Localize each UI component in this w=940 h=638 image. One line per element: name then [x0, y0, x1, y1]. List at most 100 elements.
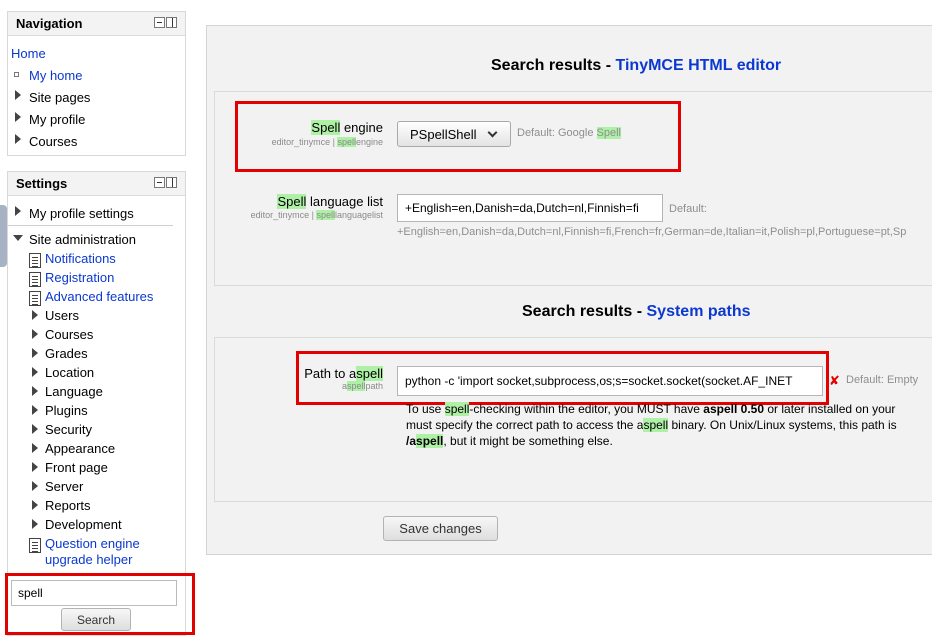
- id-prefix: editor_tinymce |: [250, 210, 317, 220]
- admin-category-item[interactable]: Location: [45, 365, 94, 380]
- spell-language-input[interactable]: +English=en,Danish=da,Dutch=nl,Finnish=f…: [397, 194, 663, 222]
- spell-engine-label: Spell engine: [311, 120, 383, 135]
- desc-text: binary. On Unix/Linux systems, this path…: [668, 418, 897, 432]
- expand-arrow-icon[interactable]: [32, 329, 38, 339]
- admin-category-item[interactable]: Front page: [45, 460, 108, 475]
- expand-arrow-icon[interactable]: [32, 348, 38, 358]
- error-x-icon: ✘: [829, 373, 840, 388]
- label-highlight: Spell: [311, 120, 341, 135]
- spell-language-default-value: +English=en,Danish=da,Dutch=nl,Finnish=f…: [397, 226, 907, 238]
- chevron-down-icon: [487, 127, 498, 138]
- collapse-icon[interactable]: [154, 17, 165, 28]
- expand-arrow-icon[interactable]: [15, 134, 21, 144]
- spell-engine-select[interactable]: PSpellShell: [397, 121, 511, 147]
- desc-text: or later installed on your: [764, 402, 896, 416]
- default-prefix: Default: Google: [517, 127, 597, 139]
- id-highlight: spell: [337, 137, 356, 147]
- document-icon: [29, 272, 41, 287]
- tinymce-link[interactable]: TinyMCE HTML editor: [616, 57, 782, 74]
- collapse-arrow-icon[interactable]: [13, 235, 23, 241]
- label-rest: language list: [306, 194, 383, 209]
- expand-arrow-icon[interactable]: [32, 405, 38, 415]
- desc-text: To use: [406, 402, 445, 416]
- aspell-description-line2: must specify the correct path to access …: [406, 418, 897, 432]
- expand-arrow-icon[interactable]: [32, 310, 38, 320]
- nav-home-link[interactable]: Home: [11, 46, 46, 61]
- admin-category-item[interactable]: Courses: [45, 327, 93, 342]
- block-search-highlight: Search: [5, 573, 195, 635]
- expand-arrow-icon[interactable]: [32, 481, 38, 491]
- nav-site-pages[interactable]: Site pages: [29, 90, 90, 105]
- save-changes-button[interactable]: Save changes: [383, 516, 498, 541]
- spell-language-label: Spell language list: [277, 194, 383, 209]
- settings-title: Settings: [16, 176, 68, 191]
- desc-bold: aspell 0.50: [703, 402, 765, 416]
- question-engine-link[interactable]: Question engine: [45, 536, 140, 551]
- nav-my-profile[interactable]: My profile: [29, 112, 85, 127]
- label-rest: engine: [340, 120, 383, 135]
- block-controls: [154, 17, 177, 29]
- site-administration[interactable]: Site administration: [29, 232, 136, 247]
- desc-highlight: spell: [643, 418, 669, 432]
- expand-arrow-icon[interactable]: [15, 206, 21, 216]
- system-paths-link[interactable]: System paths: [647, 303, 751, 320]
- desc-highlight: spell: [416, 434, 444, 448]
- default-highlight: Spell: [596, 127, 621, 139]
- dock-icon[interactable]: [166, 177, 177, 188]
- id-highlight: spell: [346, 381, 366, 391]
- nav-my-home-link[interactable]: My home: [29, 68, 82, 83]
- registration-link[interactable]: Registration: [45, 270, 114, 285]
- admin-category-item[interactable]: Plugins: [45, 403, 88, 418]
- id-rest: languagelist: [334, 210, 383, 220]
- expand-arrow-icon[interactable]: [32, 424, 38, 434]
- heading-prefix: Search results -: [491, 57, 616, 74]
- spell-engine-setting-id: editor_tinymce | spellengine: [272, 137, 383, 147]
- expand-arrow-icon[interactable]: [32, 462, 38, 472]
- expand-arrow-icon[interactable]: [32, 386, 38, 396]
- aspell-description-line1: To use spell-checking within the editor,…: [406, 402, 895, 416]
- search-button[interactable]: Search: [61, 608, 131, 631]
- aspell-path-input[interactable]: python -c 'import socket,subprocess,os;s…: [397, 366, 823, 396]
- my-profile-settings[interactable]: My profile settings: [29, 206, 134, 221]
- expand-arrow-icon[interactable]: [15, 90, 21, 100]
- admin-category-item[interactable]: Security: [45, 422, 92, 437]
- spell-engine-default: Default: Google Spell: [517, 127, 621, 139]
- select-value: PSpellShell: [410, 127, 477, 142]
- admin-category-item[interactable]: Users: [45, 308, 79, 323]
- expand-arrow-icon[interactable]: [32, 367, 38, 377]
- id-rest: path: [365, 381, 383, 391]
- question-engine-link-line2[interactable]: upgrade helper: [45, 552, 132, 567]
- label-highlight: spell: [356, 366, 383, 381]
- input-value: +English=en,Danish=da,Dutch=nl,Finnish=f…: [405, 201, 639, 215]
- advanced-features-link[interactable]: Advanced features: [45, 289, 153, 304]
- dock-tab[interactable]: [0, 205, 7, 267]
- dock-icon[interactable]: [166, 17, 177, 28]
- admin-category-item[interactable]: Appearance: [45, 441, 115, 456]
- aspell-path-default: Default: Empty: [846, 374, 919, 386]
- expand-arrow-icon[interactable]: [32, 443, 38, 453]
- desc-highlight: spell: [444, 402, 470, 416]
- document-icon: [29, 253, 41, 268]
- bullet-icon: [14, 72, 19, 77]
- input-value: python -c 'import socket,subprocess,os;s…: [405, 374, 793, 388]
- notifications-link[interactable]: Notifications: [45, 251, 116, 266]
- admin-category-item[interactable]: Development: [45, 517, 122, 532]
- expand-arrow-icon[interactable]: [15, 112, 21, 122]
- page-edge: [932, 0, 940, 638]
- id-highlight: spell: [316, 210, 335, 220]
- document-icon: [29, 291, 41, 306]
- desc-text: must specify the correct path to access …: [406, 418, 644, 432]
- admin-category-item[interactable]: Language: [45, 384, 103, 399]
- admin-category-item[interactable]: Reports: [45, 498, 91, 513]
- spell-language-default-label: Default:: [669, 203, 707, 215]
- admin-category-item[interactable]: Grades: [45, 346, 88, 361]
- aspell-description-line3: /aspell, but it might be something else.: [406, 434, 613, 448]
- collapse-icon[interactable]: [154, 177, 165, 188]
- admin-category-item[interactable]: Server: [45, 479, 83, 494]
- aspell-path-label: Path to aspell: [304, 366, 383, 381]
- label-prefix: Path to a: [304, 366, 357, 381]
- nav-courses[interactable]: Courses: [29, 134, 77, 149]
- settings-search-input[interactable]: [11, 580, 177, 606]
- expand-arrow-icon[interactable]: [32, 519, 38, 529]
- expand-arrow-icon[interactable]: [32, 500, 38, 510]
